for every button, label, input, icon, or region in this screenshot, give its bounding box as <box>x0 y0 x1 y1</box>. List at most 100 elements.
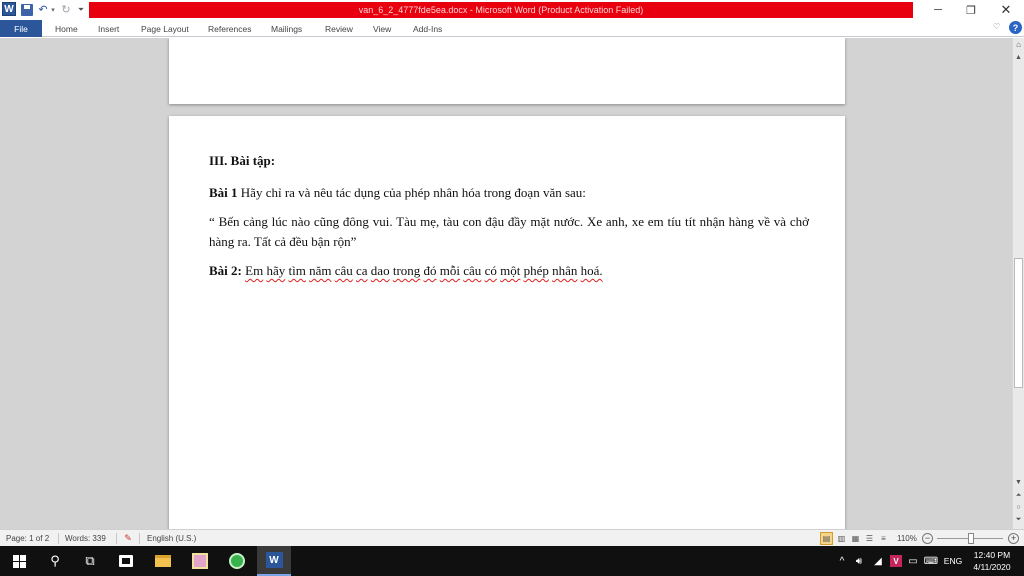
spellcheck-word: hãy <box>266 263 286 278</box>
spellcheck-word: tìm <box>288 263 306 278</box>
full-screen-reading-icon[interactable]: ▥ <box>835 532 848 545</box>
store-bag-icon <box>119 555 133 567</box>
title-banner: van_6_2_4777fde5ea.docx - Microsoft Word… <box>89 2 913 18</box>
language-indicator[interactable]: English (U.S.) <box>147 532 196 545</box>
status-separator <box>58 533 59 544</box>
green-circle-icon <box>229 553 245 569</box>
clock-time: 12:40 PM <box>973 550 1011 560</box>
view-ruler-icon[interactable]: ⌂ <box>1013 40 1024 49</box>
close-button[interactable]: ✕ <box>988 0 1024 20</box>
green-app-icon[interactable] <box>220 546 254 576</box>
restore-button[interactable]: ❐ <box>953 0 989 20</box>
game-tile-icon <box>192 553 208 569</box>
tab-home[interactable]: Home <box>55 22 78 35</box>
previous-page-icon[interactable]: ⏶ <box>1013 492 1024 500</box>
save-icon[interactable] <box>21 4 33 16</box>
store-icon[interactable] <box>109 546 143 576</box>
scroll-up-arrow-icon[interactable]: ▲ <box>1013 54 1024 61</box>
customize-quick-access-icon[interactable]: ⏷ <box>76 2 86 17</box>
tab-references[interactable]: References <box>208 22 251 35</box>
network-icon[interactable]: ◢ <box>871 546 885 576</box>
tab-view[interactable]: View <box>373 22 391 35</box>
word-logo-letter: W <box>4 3 14 15</box>
tab-insert[interactable]: Insert <box>98 22 119 35</box>
windows-logo-icon <box>12 554 26 568</box>
spellcheck-word: mỗi <box>439 263 461 278</box>
exercise-2-text: Em hãy tìm năm câu ca dao trong đó mỗi c… <box>245 263 603 278</box>
clock[interactable]: 12:40 PM 4/11/2020 <box>962 549 1022 575</box>
draft-icon[interactable]: ≡ <box>877 532 890 545</box>
browse-object-icon[interactable]: ○ <box>1013 504 1024 511</box>
status-separator <box>116 533 117 544</box>
status-separator <box>139 533 140 544</box>
spellcheck-word: đó <box>423 263 437 278</box>
page-1[interactable] <box>169 38 845 104</box>
clock-date: 4/11/2020 <box>973 562 1011 572</box>
exercise-1-paragraph: Bài 1 Hãy chỉ ra và nêu tác dụng của phé… <box>209 183 809 203</box>
exercise-2-paragraph: Bài 2: Em hãy tìm năm câu ca dao trong đ… <box>209 261 809 281</box>
zoom-out-icon[interactable]: − <box>922 533 933 544</box>
web-layout-icon[interactable]: ▦ <box>849 532 862 545</box>
tab-file[interactable]: File <box>0 20 42 37</box>
document-area[interactable]: III. Bài tập: Bài 1 Hãy chỉ ra và nêu tá… <box>0 38 1012 529</box>
scroll-down-arrow-icon[interactable]: ▼ <box>1013 479 1024 486</box>
tab-mailings[interactable]: Mailings <box>271 22 302 35</box>
start-icon[interactable] <box>2 546 36 576</box>
exercise-1-label: Bài 1 <box>209 185 238 200</box>
tab-review[interactable]: Review <box>325 22 353 35</box>
taskbar: ⚲ ⧉ W ^ 🔊︎ ◢ V ▭ ⌨ ENG 12:40 PM 4/11/202… <box>0 546 1024 576</box>
spellcheck-word: có <box>484 263 497 278</box>
spellcheck-word: Em <box>245 263 264 278</box>
spellcheck-word: ca <box>356 263 368 278</box>
title-bar: W ↶ ▾ ↻ ⏷ van_6_2_4777fde5ea.docx - Micr… <box>0 0 1024 20</box>
folder-icon <box>155 555 171 567</box>
spellcheck-word: nhân <box>552 263 578 278</box>
word-logo-icon[interactable]: W <box>2 2 16 16</box>
spellcheck-word: năm <box>309 263 332 278</box>
zoom-slider-thumb[interactable] <box>968 533 974 544</box>
help-icon[interactable]: ? <box>1009 21 1022 34</box>
print-layout-icon[interactable]: ▤ <box>820 532 833 545</box>
outline-icon[interactable]: ☰ <box>863 532 876 545</box>
input-method-icon[interactable]: ⌨ <box>924 546 938 576</box>
zoom-in-icon[interactable]: + <box>1008 533 1019 544</box>
battery-icon[interactable]: ▭ <box>906 546 920 576</box>
scroll-thumb[interactable] <box>1014 258 1023 388</box>
spellcheck-word: hoá. <box>580 263 603 278</box>
game-app-icon[interactable] <box>183 546 217 576</box>
spellcheck-word: phép <box>523 263 549 278</box>
section-heading: III. Bài tập: <box>209 153 276 168</box>
redo-icon[interactable]: ↻ <box>60 2 72 17</box>
zoom-level[interactable]: 110% <box>897 532 917 545</box>
exercise-1-text: Hãy chỉ ra và nêu tác dụng của phép nhân… <box>237 185 586 200</box>
spellcheck-word: một <box>500 263 521 278</box>
file-explorer-icon[interactable] <box>146 546 180 576</box>
volume-icon[interactable]: 🔊︎ <box>851 546 867 576</box>
task-view-icon[interactable]: ⧉ <box>73 546 107 576</box>
word-taskbar-logo-icon: W <box>265 552 283 568</box>
exercise-2-label: Bài 2: <box>209 263 242 278</box>
search-icon[interactable]: ⚲ <box>38 546 72 576</box>
ribbon-minimize-icon[interactable]: ♡ <box>993 22 1000 31</box>
page-count[interactable]: Page: 1 of 2 <box>6 532 49 545</box>
tab-add-ins[interactable]: Add-Ins <box>413 22 442 35</box>
input-language[interactable]: ENG <box>942 546 964 576</box>
word-app-icon[interactable]: W <box>257 546 291 576</box>
vpn-tray-icon[interactable]: V <box>890 555 902 567</box>
proofing-errors-icon[interactable]: ✎ <box>121 532 135 545</box>
quote-paragraph: “ Bến cảng lúc nào cũng đông vui. Tàu mẹ… <box>209 214 809 249</box>
tray-overflow-icon[interactable]: ^ <box>836 546 848 576</box>
undo-icon[interactable]: ↶ <box>37 2 49 17</box>
spellcheck-word: dao <box>370 263 390 278</box>
page-2[interactable]: III. Bài tập: Bài 1 Hãy chỉ ra và nêu tá… <box>169 116 845 529</box>
status-bar: Page: 1 of 2 Words: 339 ✎ English (U.S.)… <box>0 529 1024 546</box>
next-page-icon[interactable]: ⏷ <box>1013 516 1024 524</box>
vertical-scrollbar[interactable]: ⌂ ▲ ▼ ⏶ ○ ⏷ <box>1012 38 1024 529</box>
spellcheck-word: câu <box>463 263 482 278</box>
tab-page-layout[interactable]: Page Layout <box>141 22 189 35</box>
undo-dropdown-icon[interactable]: ▾ <box>50 2 56 17</box>
ribbon-tab-bar: File Home Insert Page Layout References … <box>0 20 1024 37</box>
word-count[interactable]: Words: 339 <box>65 532 106 545</box>
minimize-button[interactable]: ─ <box>920 0 956 20</box>
spellcheck-word: câu <box>334 263 353 278</box>
